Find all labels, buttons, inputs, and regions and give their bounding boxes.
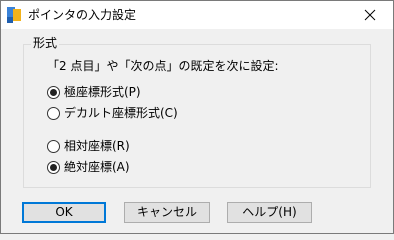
radio-label: 絶対座標(A) (64, 159, 130, 174)
radio-absolute-coords[interactable]: 絶対座標(A) (47, 159, 130, 175)
dialog-title: ポインタの入力設定 (28, 8, 137, 22)
app-icon (7, 7, 21, 23)
ok-button[interactable]: OK (22, 202, 106, 223)
radio-indicator[interactable] (47, 106, 60, 120)
title-bar[interactable]: ポインタの入力設定 (1, 1, 393, 29)
radio-label: デカルト座標形式(C) (64, 105, 178, 120)
radio-indicator[interactable] (47, 160, 60, 174)
radio-indicator[interactable] (47, 85, 60, 99)
description-label: 「2 点目」や「次の点」の既定を次に設定: (47, 59, 279, 73)
radio-relative-coords[interactable]: 相対座標(R) (47, 138, 130, 154)
radio-label: 極座標形式(P) (64, 84, 141, 99)
radio-polar-format[interactable]: 極座標形式(P) (47, 84, 141, 100)
radio-label: 相対座標(R) (64, 138, 130, 153)
close-button[interactable] (347, 1, 393, 29)
radio-cartesian-format[interactable]: デカルト座標形式(C) (47, 105, 178, 121)
groupbox-legend: 形式 (31, 36, 60, 51)
cancel-button[interactable]: キャンセル (124, 202, 210, 223)
radio-indicator[interactable] (47, 139, 60, 153)
dialog-window: ポインタの入力設定 形式 「2 点目」や「次の点」の既定を次に設定: 極座標形式… (0, 0, 394, 234)
help-button[interactable]: ヘルプ(H) (227, 202, 312, 223)
close-icon (364, 9, 376, 21)
